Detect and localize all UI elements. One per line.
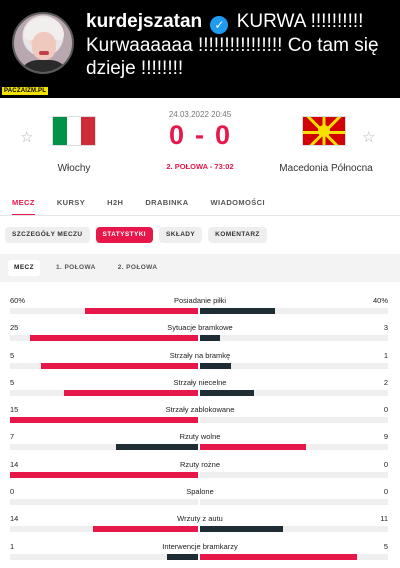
stat-name: Wrzuty z autu (177, 514, 223, 524)
stats-list: 60% Posiadanie piłki 40% 25 Sytuacje bramkow… (0, 294, 400, 567)
avatar-lips (39, 51, 49, 55)
stat-home-bar-fill (30, 335, 198, 342)
stat-home-bar (10, 553, 198, 560)
tab-h2h[interactable]: H2H (107, 196, 123, 216)
stat-home-bar-fill (41, 362, 198, 369)
stat-home-bar (10, 308, 198, 314)
pill-komentarz[interactable]: KOMENTARZ (208, 227, 267, 243)
stat-away-value: 0 (383, 405, 388, 415)
stat-home-bar-fill (115, 444, 198, 451)
north-macedonia-flag-icon (302, 116, 346, 146)
stat-row: 60% Posiadanie piłki 40% (0, 294, 400, 321)
home-score: 0 (168, 120, 185, 150)
stat-row: 14 Rzuty rożne 0 (0, 458, 400, 485)
meme-banner: kurdejszatan ✓ KURWA !!!!!!!!!! Kurwaaaa… (0, 0, 400, 98)
period-tab-mecz[interactable]: MECZ (8, 260, 41, 276)
stat-name: Spalone (186, 487, 214, 497)
stat-away-value: 1 (383, 350, 388, 360)
pill-szczegoly-meczu[interactable]: SZCZEGÓŁY MECZU (5, 227, 90, 243)
stat-away-bar (200, 471, 388, 478)
away-team-name[interactable]: Macedonia Północna (266, 163, 386, 174)
stat-home-bar (10, 335, 198, 342)
stat-away-value: 11 (380, 514, 388, 524)
stat-name: Strzały zablokowane (165, 405, 235, 415)
stat-away-bar-fill (200, 526, 283, 533)
stat-away-bar-fill (200, 389, 254, 396)
pill-statystyki[interactable]: STATYSTYKI (95, 227, 154, 243)
stat-away-value: 40% (372, 296, 388, 305)
stat-home-bar (10, 444, 198, 451)
stat-away-bar-fill (200, 444, 306, 451)
stat-away-bar (200, 389, 388, 396)
stat-name: Sytuacje bramkowe (167, 323, 233, 333)
stat-away-bar-fill (200, 553, 357, 560)
stat-home-bar-fill (63, 389, 198, 396)
stat-name: Posiadanie piłki (173, 296, 227, 305)
stat-home-bar-fill (10, 471, 198, 478)
stat-home-bar (10, 389, 198, 396)
stat-home-bar-fill (10, 417, 198, 424)
stat-away-bar (200, 526, 388, 533)
period-tab-first-half[interactable]: 1. POŁOWA (50, 260, 102, 276)
section-pills: SZCZEGÓŁY MECZU STATYSTYKI SKŁADY KOMENT… (5, 227, 267, 243)
tweet-username[interactable]: kurdejszatan (86, 11, 202, 32)
stat-home-bar (10, 499, 198, 506)
stat-away-bar (200, 308, 388, 314)
stat-name: Rzuty rożne (179, 459, 221, 469)
stat-home-bar-fill (166, 553, 198, 560)
period-tabs: MECZ 1. POŁOWA 2. POŁOWA (0, 254, 400, 282)
stat-away-bar (200, 553, 388, 560)
period-tab-second-half[interactable]: 2. POŁOWA (112, 260, 164, 276)
stat-away-value: 3 (383, 323, 388, 333)
stat-away-value: 9 (383, 432, 388, 442)
stat-away-bar (200, 362, 388, 369)
tweet: kurdejszatan ✓ KURWA !!!!!!!!!! Kurwaaaa… (86, 10, 392, 80)
stat-row: 25 Sytuacje bramkowe 3 (0, 321, 400, 348)
stat-away-value: 2 (383, 377, 388, 387)
stat-row: 7 Rzuty wolne 9 (0, 430, 400, 457)
stat-row: 14 Wrzuty z autu 11 (0, 512, 400, 539)
stat-home-bar (10, 526, 198, 533)
stat-row: 5 Strzały na bramkę 1 (0, 349, 400, 376)
tabs-divider (0, 215, 400, 216)
stat-home-bar-fill (85, 308, 198, 314)
stat-away-bar-fill (200, 335, 221, 342)
stat-away-value: 0 (383, 459, 388, 469)
stat-name: Strzały na bramkę (169, 350, 231, 360)
tab-wiadomosci[interactable]: WIADOMOŚCI (211, 196, 265, 216)
stat-row: 15 Strzały zablokowane 0 (0, 403, 400, 430)
stat-name: Rzuty wolne (179, 432, 221, 442)
stat-away-bar (200, 499, 388, 506)
watermark: PACZAIZM.PL (2, 87, 49, 95)
stat-away-bar-fill (200, 362, 232, 369)
stat-home-bar (10, 471, 198, 478)
stat-name: Interwencje bramkarzy (162, 541, 238, 551)
main-tabs: MECZ KURSY H2H DRABINKA WIADOMOŚCI (0, 196, 400, 216)
pill-sklady[interactable]: SKŁADY (159, 227, 203, 243)
match-header: ☆ Włochy 24.03.2022 20:45 0-0 2. POŁOWA … (0, 98, 400, 190)
verified-badge-icon: ✓ (210, 16, 229, 34)
favorite-away-star-icon[interactable]: ☆ (362, 128, 375, 146)
tab-drabinka[interactable]: DRABINKA (145, 196, 188, 216)
tab-mecz[interactable]: MECZ (12, 196, 35, 216)
stat-home-bar-fill (92, 526, 198, 533)
score-separator: - (195, 120, 205, 150)
stat-row: 0 Spalone 0 (0, 485, 400, 512)
avatar[interactable] (12, 12, 74, 74)
stat-row: 1 Interwencje bramkarzy 5 (0, 540, 400, 567)
stat-away-bar (200, 335, 388, 342)
stat-away-value: 0 (383, 487, 388, 497)
avatar-shirt (18, 60, 70, 72)
stat-away-value: 5 (383, 541, 388, 551)
stat-name: Strzały niecelne (173, 377, 227, 387)
stat-home-bar (10, 362, 198, 369)
stat-row: 5 Strzały niecelne 2 (0, 376, 400, 403)
stat-away-bar (200, 444, 388, 451)
stat-home-bar (10, 417, 198, 424)
away-score: 0 (215, 120, 232, 150)
tab-kursy[interactable]: KURSY (57, 196, 85, 216)
stat-away-bar (200, 417, 388, 424)
stat-away-bar-fill (200, 308, 276, 314)
avatar-face (32, 32, 56, 60)
